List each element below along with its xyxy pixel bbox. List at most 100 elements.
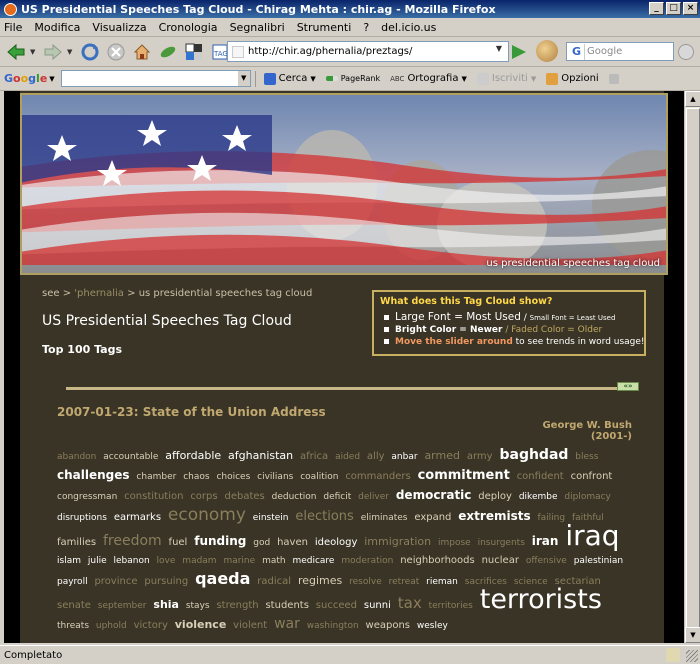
tag-armed[interactable]: armed bbox=[424, 449, 460, 462]
window-title-bar[interactable]: US Presidential Speeches Tag Cloud - Chi… bbox=[0, 0, 700, 18]
menu-strumenti[interactable]: Strumenti bbox=[297, 21, 352, 34]
tag-disruptions[interactable]: disruptions bbox=[57, 513, 107, 523]
tag-neighborhoods[interactable]: neighborhoods bbox=[400, 555, 475, 566]
tag-chamber[interactable]: chamber bbox=[136, 472, 176, 482]
tag-stays[interactable]: stays bbox=[186, 601, 210, 611]
tag-army[interactable]: army bbox=[467, 451, 493, 462]
tag-succeed[interactable]: succeed bbox=[316, 600, 357, 611]
tag-offensive[interactable]: offensive bbox=[526, 556, 567, 566]
tag-territories[interactable]: territories bbox=[429, 601, 473, 611]
tag-chaos[interactable]: chaos bbox=[183, 472, 209, 482]
reload-button[interactable] bbox=[78, 40, 102, 64]
tag-baghdad[interactable]: baghdad bbox=[499, 447, 568, 463]
tag-tax[interactable]: tax bbox=[398, 594, 422, 612]
tag-julie[interactable]: julie bbox=[88, 556, 107, 566]
extension-fox-icon[interactable] bbox=[536, 40, 558, 62]
tag-earmarks[interactable]: earmarks bbox=[114, 512, 161, 523]
menu-segnalibri[interactable]: Segnalibri bbox=[230, 21, 285, 34]
tag-lebanon[interactable]: lebanon bbox=[113, 556, 149, 566]
scroll-thumb[interactable] bbox=[686, 108, 700, 634]
tag-weapons[interactable]: weapons bbox=[366, 620, 410, 631]
tag-impose[interactable]: impose bbox=[438, 538, 471, 548]
tag-deliver[interactable]: deliver bbox=[358, 492, 389, 502]
tag-retreat[interactable]: retreat bbox=[389, 577, 420, 587]
tag-violent[interactable]: violent bbox=[233, 620, 267, 631]
tag-threats[interactable]: threats bbox=[57, 621, 89, 631]
timeline-slider-handle[interactable]: «» bbox=[617, 382, 639, 391]
tag-deficit[interactable]: deficit bbox=[323, 492, 351, 502]
stop-button[interactable] bbox=[104, 40, 128, 64]
tag-coalition[interactable]: coalition bbox=[300, 472, 338, 482]
tag-congressman[interactable]: congressman bbox=[57, 492, 117, 502]
tag-radical[interactable]: radical bbox=[257, 576, 291, 587]
tag-rieman[interactable]: rieman bbox=[426, 577, 458, 587]
tag-immigration[interactable]: immigration bbox=[364, 535, 431, 548]
tag-constitution[interactable]: constitution bbox=[124, 491, 183, 502]
tag-islam[interactable]: islam bbox=[57, 556, 81, 566]
tag-marine[interactable]: marine bbox=[223, 556, 255, 566]
tag-uphold[interactable]: uphold bbox=[96, 621, 127, 631]
tag-washington[interactable]: washington bbox=[307, 621, 359, 631]
tag-deploy[interactable]: deploy bbox=[478, 491, 512, 502]
opzioni-button[interactable]: Opzioni bbox=[546, 72, 599, 85]
cerca-button[interactable]: Cerca ▼ bbox=[263, 72, 316, 85]
tag-senate[interactable]: senate bbox=[57, 600, 91, 611]
tag-dikembe[interactable]: dikembe bbox=[519, 492, 558, 502]
tag-accountable[interactable]: accountable bbox=[103, 452, 158, 462]
maximize-button[interactable]: □ bbox=[666, 2, 681, 15]
minimize-button[interactable]: _ bbox=[649, 2, 664, 15]
delicious-button[interactable] bbox=[182, 40, 206, 64]
menu-modifica[interactable]: Modifica bbox=[34, 21, 80, 34]
tag-september[interactable]: september bbox=[98, 601, 147, 611]
forward-button[interactable] bbox=[41, 40, 65, 64]
tag-economy[interactable]: economy bbox=[168, 505, 246, 525]
scroll-down-icon[interactable]: ▼ bbox=[685, 627, 700, 643]
menu-file[interactable]: File bbox=[4, 21, 22, 34]
tag-pursuing[interactable]: pursuing bbox=[144, 576, 188, 587]
tag-love[interactable]: love bbox=[157, 556, 176, 566]
tag-affordable[interactable]: affordable bbox=[165, 449, 221, 462]
menu-cronologia[interactable]: Cronologia bbox=[159, 21, 218, 34]
pagerank-button[interactable]: PageRank bbox=[325, 74, 380, 83]
menu-visualizza[interactable]: Visualizza bbox=[92, 21, 146, 34]
tag-fuel[interactable]: fuel bbox=[169, 537, 188, 548]
tag-province[interactable]: province bbox=[94, 576, 137, 587]
tag-insurgents[interactable]: insurgents bbox=[478, 538, 525, 548]
tag-haven[interactable]: haven bbox=[277, 537, 308, 548]
iscriviti-button[interactable]: Iscriviti ▼ bbox=[476, 72, 536, 85]
tag-anbar[interactable]: anbar bbox=[391, 452, 417, 462]
tag-iraq[interactable]: iraq bbox=[565, 519, 619, 552]
tag-terrorists[interactable]: terrorists bbox=[480, 584, 602, 615]
breadcrumb-see-link[interactable]: see bbox=[42, 288, 60, 299]
vertical-scrollbar[interactable]: ▲ ▼ bbox=[684, 91, 700, 643]
tag-god[interactable]: god bbox=[253, 538, 270, 548]
tag-freedom[interactable]: freedom bbox=[103, 533, 162, 549]
go-button[interactable] bbox=[512, 45, 526, 59]
tag-moderation[interactable]: moderation bbox=[341, 556, 393, 566]
scroll-up-icon[interactable]: ▲ bbox=[685, 91, 700, 107]
tag-expand[interactable]: expand bbox=[414, 512, 451, 523]
tag-choices[interactable]: choices bbox=[216, 472, 250, 482]
resize-grip-icon[interactable] bbox=[686, 650, 698, 662]
breadcrumb-phernalia-link[interactable]: 'phernalia bbox=[74, 288, 124, 299]
tag-diplomacy[interactable]: diplomacy bbox=[564, 492, 611, 502]
tag-deduction[interactable]: deduction bbox=[272, 492, 317, 502]
tag-confront[interactable]: confront bbox=[571, 471, 613, 482]
tag-students[interactable]: students bbox=[265, 600, 308, 611]
tag-violence[interactable]: violence bbox=[175, 618, 227, 631]
tag-elections[interactable]: elections bbox=[295, 509, 353, 524]
tag-nuclear[interactable]: nuclear bbox=[482, 555, 519, 566]
home-button[interactable] bbox=[130, 40, 154, 64]
url-history-dropdown-icon[interactable]: ▼ bbox=[492, 44, 506, 59]
menu-delicious[interactable]: del.icio.us bbox=[381, 21, 436, 34]
search-box[interactable]: G Google bbox=[566, 42, 674, 61]
tag-wesley[interactable]: wesley bbox=[417, 621, 448, 631]
tag-bless[interactable]: bless bbox=[575, 452, 598, 462]
back-history-dropdown-icon[interactable]: ▼ bbox=[30, 48, 38, 56]
tag-qaeda[interactable]: qaeda bbox=[195, 569, 250, 588]
google-search-input[interactable]: ▼ bbox=[60, 70, 251, 87]
tag-payroll[interactable]: payroll bbox=[57, 577, 88, 587]
menu-help[interactable]: ? bbox=[363, 21, 369, 34]
tag-shia[interactable]: shia bbox=[153, 598, 179, 611]
tag-civilians[interactable]: civilians bbox=[257, 472, 293, 482]
